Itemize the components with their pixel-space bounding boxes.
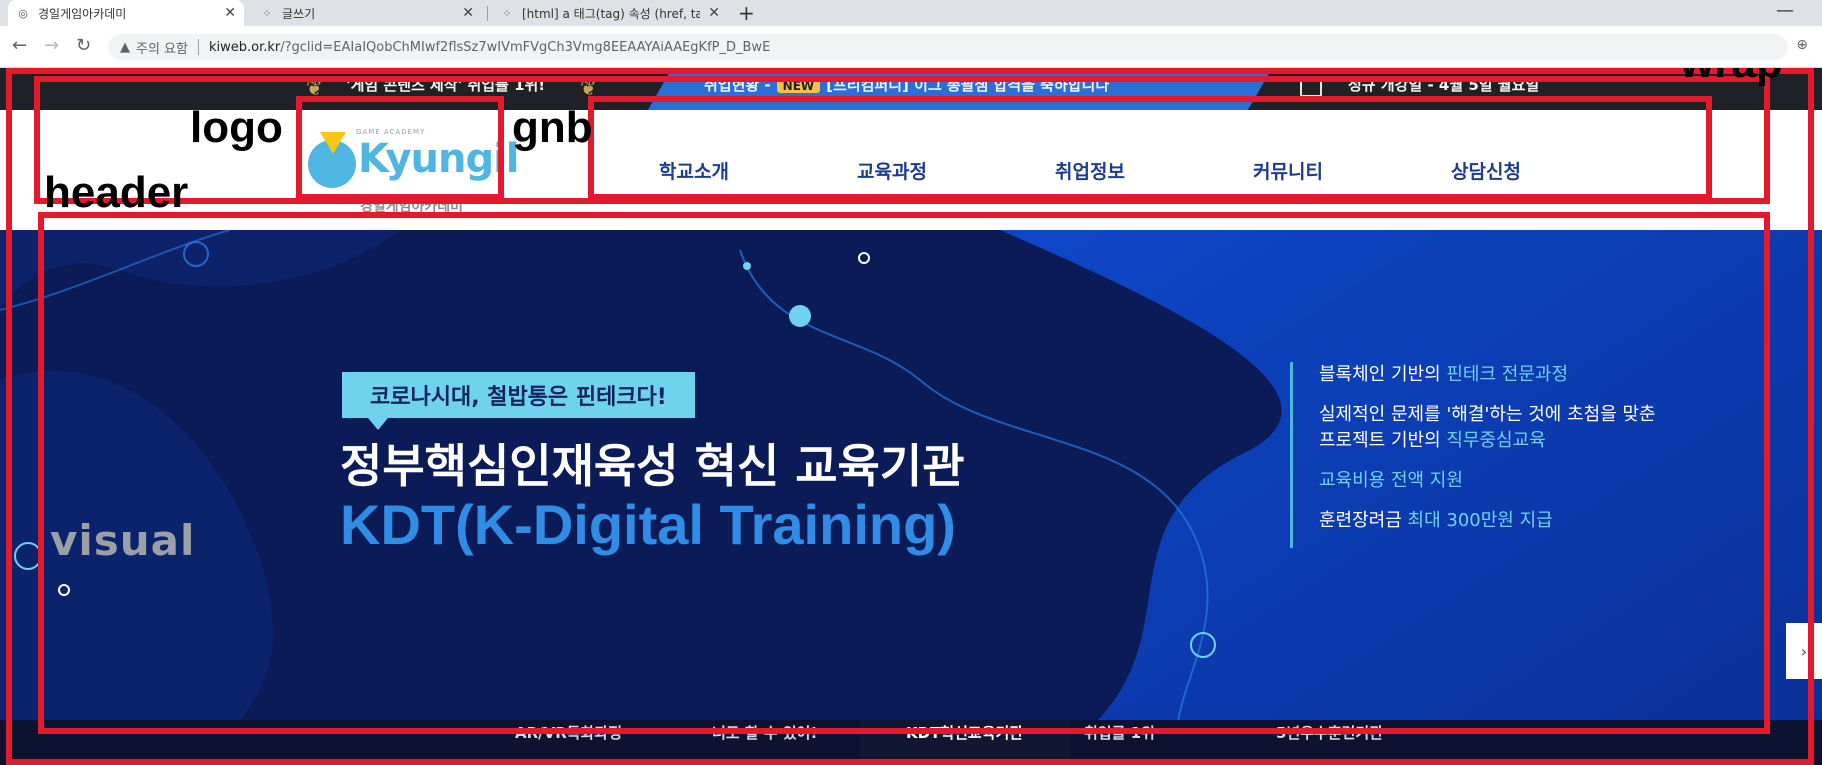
hero-tag-bubble: 코로나시대, 철밥통은 핀테크다! <box>342 372 695 430</box>
hero-point: 훈련장려금 최대 300만원 지급 <box>1319 508 1656 534</box>
notice-left-text[interactable]: '게임 콘텐츠 제작' 취업률 1위! <box>346 74 545 95</box>
hero-dot-large <box>789 305 811 327</box>
hero-point-text: 실제적인 문제를 '해결'하는 것에 초첨을 맞춘 <box>1319 404 1656 425</box>
forward-arrow-icon[interactable]: → <box>44 35 59 57</box>
hero-point-highlight: 직무중심교육 <box>1446 430 1546 451</box>
hero-bottom-tabs: AR/VR특화과정 너도 할 수 있어! KDT혁신교육기관 취업률 1위 5년… <box>0 720 1822 765</box>
close-icon[interactable]: ✕ <box>462 5 474 21</box>
tistory-favicon-icon: ⁘ <box>502 6 512 20</box>
bottom-tab-item[interactable]: 취업률 1위 <box>1084 722 1155 743</box>
reload-icon[interactable]: ↻ <box>76 35 91 57</box>
bottom-tab-item[interactable]: AR/VR특화과정 <box>515 722 622 743</box>
chevron-right-icon[interactable]: › <box>1786 623 1822 679</box>
omnibox-divider <box>197 39 199 55</box>
annotation-label-logo: logo <box>190 103 283 152</box>
hero-point: 블록체인 기반의 핀테크 전문과정 <box>1319 362 1656 388</box>
browser-tab[interactable]: ⁘ [html] a 태그(tag) 속성 (href, tar ✕ <box>492 0 728 26</box>
gnb-item-community[interactable]: 커뮤니티 <box>1189 157 1387 184</box>
hero-point-text: 프로젝트 기반의 <box>1319 430 1447 451</box>
notice-center[interactable]: 취업현황 - NEW [프리컴퍼니] 이그 총괄샘 합격을 축하합니다 <box>704 74 1109 95</box>
gnb-item-consult[interactable]: 상담신청 <box>1387 157 1585 184</box>
minimize-icon[interactable]: — <box>1776 0 1794 21</box>
close-icon[interactable]: ✕ <box>708 5 720 21</box>
chrome-favicon-icon: ◎ <box>18 6 28 20</box>
visual-hero: 코로나시대, 철밥통은 핀테크다! 정부핵심인재육성 혁신 교육기관 KDT(K… <box>0 230 1822 765</box>
hero-point-text: 블록체인 기반의 <box>1319 364 1447 385</box>
hero-point-highlight: 교육비용 전액 지원 <box>1319 470 1463 491</box>
hero-dot-small <box>743 262 751 270</box>
annotation-label-gnb: gnb <box>512 103 593 152</box>
hero-points-list: 블록체인 기반의 핀테크 전문과정 실제적인 문제를 '해결'하는 것에 초첨을… <box>1290 362 1656 548</box>
hero-point-highlight: 핀테크 전문과정 <box>1446 364 1569 385</box>
annotation-label-wrap: wrap <box>1680 68 1783 88</box>
hero-point: 실제적인 문제를 '해결'하는 것에 초첨을 맞춘 프로젝트 기반의 직무중심교… <box>1319 402 1656 454</box>
browser-tab-active[interactable]: ◎ 경일게임아카데미 ✕ <box>8 0 244 26</box>
browser-tab[interactable]: ⁘ 글쓰기 ✕ <box>252 0 482 26</box>
browser-toolbar: ← → ↻ ▲ 주의 요함 kiweb.or.kr /?gclid=EAIaIQ… <box>0 26 1822 68</box>
gnb-item-about[interactable]: 학교소개 <box>595 157 793 184</box>
new-badge: NEW <box>776 79 821 93</box>
bottom-tab-item[interactable]: 5년우수훈련기관 <box>1276 722 1383 743</box>
notice-right-text[interactable]: 정규 개강일 - 4월 5일 월요일 <box>1348 74 1539 95</box>
security-status[interactable]: 주의 요함 <box>136 38 188 57</box>
bottom-tab-item[interactable]: 너도 할 수 있어! <box>712 722 817 743</box>
hero-point-text: 훈련장려금 <box>1319 510 1408 531</box>
zoom-icon[interactable]: ⊕ <box>1796 37 1808 53</box>
laurel-right-icon: ❦ <box>580 76 597 100</box>
hero-point-highlight: 최대 300만원 지급 <box>1407 510 1553 531</box>
back-arrow-icon[interactable]: ← <box>12 35 27 57</box>
logo-triangle-mark <box>320 132 346 154</box>
logo[interactable]: GAME ACADEMY Kyungil 경일게임아카데미 <box>298 118 520 226</box>
annotation-label-header: header <box>44 168 189 217</box>
laurel-left-icon: ❦ <box>306 76 323 100</box>
annotation-label-visual: visual <box>50 516 196 565</box>
hero-point: 교육비용 전액 지원 <box>1319 468 1656 494</box>
logo-wordmark: Kyungil <box>358 136 520 182</box>
hero-subtitle: KDT(K-Digital Training) <box>340 493 956 556</box>
close-icon[interactable]: ✕ <box>224 5 236 21</box>
bottom-tab-item-active[interactable]: KDT혁신교육기관 <box>906 722 1023 743</box>
browser-tab-strip: ◎ 경일게임아카데미 ✕ ⁘ 글쓰기 ✕ ⁘ [html] a 태그(tag) … <box>0 0 1822 26</box>
tab-title: 글쓰기 <box>282 6 316 21</box>
new-tab-plus-icon[interactable]: + <box>738 2 755 24</box>
tab-divider <box>487 6 488 21</box>
calendar-icon <box>1300 77 1322 97</box>
url-path: /?gclid=EAIaIQobChMIwf2flsSz7wIVmFVgCh3V… <box>280 39 771 55</box>
address-bar[interactable]: ▲ 주의 요함 kiweb.or.kr /?gclid=EAIaIQobChMI… <box>108 34 1788 60</box>
gnb-item-courses[interactable]: 교육과정 <box>793 157 991 184</box>
gnb: 학교소개 교육과정 취업정보 커뮤니티 상담신청 <box>595 110 1705 230</box>
gnb-item-jobs[interactable]: 취업정보 <box>991 157 1189 184</box>
url-host: kiweb.or.kr <box>208 39 281 55</box>
logo-small-text: GAME ACADEMY <box>356 128 426 136</box>
logo-subtitle: 경일게임아카데미 <box>360 199 464 215</box>
tab-title: [html] a 태그(tag) 속성 (href, tar <box>522 6 700 21</box>
page-wrap: ❦ '게임 콘텐츠 제작' 취업률 1위! ❦ 취업현황 - NEW [프리컴퍼니]… <box>0 68 1822 765</box>
tistory-favicon-icon: ⁘ <box>262 6 272 20</box>
warning-triangle-icon: ▲ <box>120 39 130 55</box>
notice-center-text: [프리컴퍼니] 이그 총괄샘 합격을 축하합니다 <box>826 76 1110 94</box>
tab-title: 경일게임아카데미 <box>38 6 127 21</box>
hero-title: 정부핵심인재육성 혁신 교육기관 <box>340 439 965 493</box>
notice-center-prefix: 취업현황 - <box>704 76 771 94</box>
